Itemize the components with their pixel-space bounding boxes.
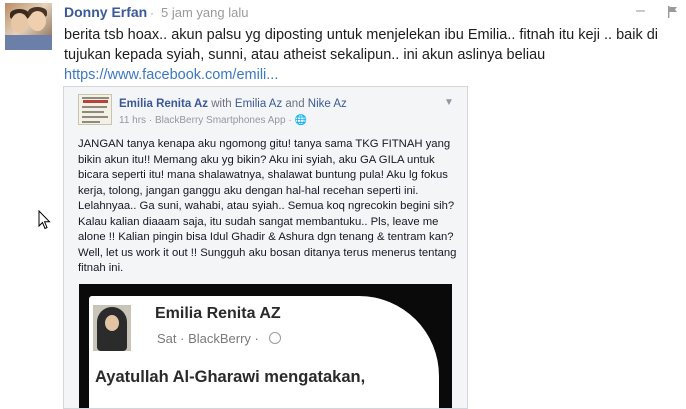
thumb-line [82,116,108,118]
post-meta: 11 hrs · BlackBerry Smartphones App · 🌐 [119,115,307,126]
thumb-highlight [83,100,108,103]
shared-post-card[interactable]: Emilia Renita Az with Emilia Az and Nike… [63,86,468,409]
avatar-face [105,315,119,331]
globe-icon [269,332,281,344]
thumb-line [82,111,104,113]
chevron-down-icon[interactable]: ▼ [444,97,454,108]
post-body-text: JANGAN tanya kenapa aku ngomong gitu! ta… [78,138,457,274]
comment-author-name[interactable]: Donny Erfan [64,4,147,20]
poster-name[interactable]: Emilia Renita Az [119,98,208,110]
poster-thumbnail[interactable] [78,94,112,125]
comment-timestamp[interactable]: 5 jam yang lalu [161,5,248,20]
screenshot-avatar [93,305,131,351]
tagged-user-2[interactable]: Nike Az [308,98,347,110]
post-attached-image[interactable]: Emilia Renita AZ Sat · BlackBerry · Ayat… [79,284,452,408]
thumb-line [82,97,109,99]
thumb-line [82,106,107,108]
screenshot-meta: Sat · BlackBerry · [157,331,259,346]
separator-dot: · [150,6,154,20]
avatar-face-left [11,13,28,33]
screenshot-text: Ayatullah Al-Gharawi mengatakan, [95,368,366,386]
commenter-avatar[interactable] [5,3,52,50]
and-label: and [285,98,305,110]
thumb-line [82,121,100,123]
comment-text: berita tsb hoax.. akun palsu yg dipostin… [64,27,659,63]
avatar-shirt [5,35,52,50]
collapse-button[interactable]: – [636,2,645,20]
profile-link[interactable]: https://www.facebook.com/emili... [64,65,278,85]
with-label: with [211,98,232,110]
mouse-cursor-icon [38,210,51,230]
tagged-user-1[interactable]: Emilia Az [235,98,282,110]
post-header: Emilia Renita Az with Emilia Az and Nike… [119,98,347,110]
screenshot-name: Emilia Renita AZ [155,305,281,322]
avatar-face-right [29,11,46,31]
flag-icon[interactable] [667,6,679,18]
